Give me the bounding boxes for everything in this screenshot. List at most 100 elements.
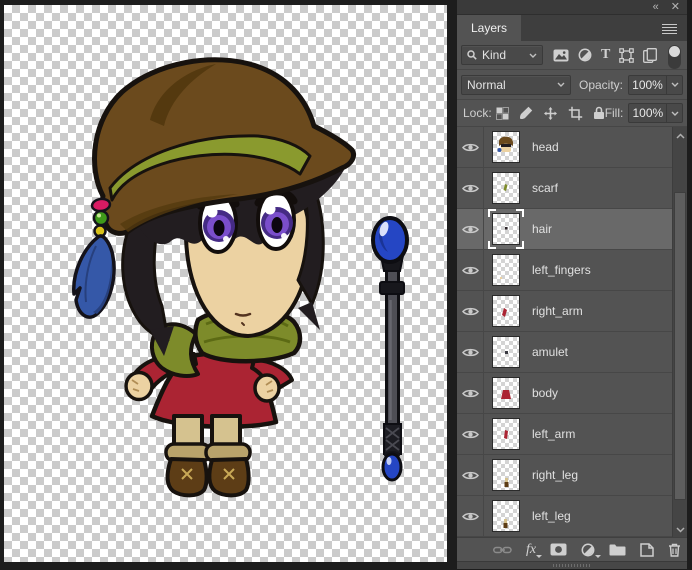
layer-thumbnail[interactable]: [492, 295, 520, 327]
layer-row-head[interactable]: head: [457, 127, 672, 168]
search-icon: [467, 50, 477, 60]
layer-row-right-leg[interactable]: right_leg: [457, 455, 672, 496]
lock-bar: Lock: Fill: 100%: [457, 100, 687, 127]
layer-thumbnail[interactable]: [492, 254, 520, 286]
link-icon: [493, 546, 512, 553]
eye-icon: [461, 266, 479, 274]
eye-icon: [461, 389, 479, 397]
eye-icon: [461, 471, 479, 479]
eye-icon: [461, 184, 479, 192]
fx-icon: fx: [526, 541, 537, 557]
scrollbar-thumb[interactable]: [674, 192, 686, 500]
collapse-panel-icon[interactable]: «: [653, 2, 659, 13]
lock-pixels-brush-icon[interactable]: [519, 106, 533, 120]
layer-name: head: [532, 140, 559, 154]
layer-row-hair[interactable]: hair: [457, 209, 672, 250]
layer-row-left-arm[interactable]: left_arm: [457, 414, 672, 455]
layer-row-left-leg[interactable]: left_leg: [457, 496, 672, 537]
lock-label: Lock:: [463, 106, 492, 120]
layer-name: left_fingers: [532, 263, 591, 277]
smart-object-filter-icon[interactable]: [643, 47, 658, 63]
layer-row-amulet[interactable]: amulet: [457, 332, 672, 373]
layer-thumbnail[interactable]: [492, 500, 520, 532]
visibility-toggle[interactable]: [457, 127, 484, 167]
adjustment-layer-filter-icon[interactable]: [578, 48, 592, 62]
tab-layers-label: Layers: [470, 21, 508, 35]
new-layer-button[interactable]: [640, 542, 654, 557]
layer-row-left-fingers[interactable]: left_fingers: [457, 250, 672, 291]
opacity-value: 100%: [632, 77, 663, 92]
resize-grip-icon: [553, 564, 591, 567]
chevron-down-icon: [671, 82, 678, 87]
opacity-value-field[interactable]: 100%: [628, 74, 667, 95]
visibility-toggle[interactable]: [457, 291, 484, 331]
visibility-toggle[interactable]: [457, 373, 484, 413]
new-group-button[interactable]: [609, 543, 626, 556]
document-canvas[interactable]: [4, 5, 447, 562]
trash-icon: [669, 543, 681, 557]
lock-all-icon[interactable]: [593, 106, 605, 120]
visibility-toggle[interactable]: [457, 250, 484, 290]
add-adjustment-layer-button[interactable]: [581, 543, 602, 558]
eye-icon: [461, 430, 479, 438]
layer-thumbnail[interactable]: [492, 377, 520, 409]
filter-icon-group: T: [553, 43, 682, 69]
adjustment-icon: [581, 543, 595, 556]
visibility-toggle[interactable]: [457, 209, 484, 249]
filter-bar: Kind T: [457, 41, 687, 70]
close-panel-icon[interactable]: ✕: [671, 2, 680, 13]
add-layer-mask-button[interactable]: [550, 543, 567, 556]
layer-style-button[interactable]: fx: [526, 541, 543, 558]
layer-name: body: [532, 386, 559, 400]
lock-position-icon[interactable]: [543, 106, 558, 121]
panel-chrome: « ✕: [457, 0, 687, 15]
layer-list-scrollbar[interactable]: [672, 127, 687, 537]
kind-filter-dropdown[interactable]: Kind: [461, 45, 543, 65]
fill-value: 100%: [632, 106, 664, 120]
layers-panel: « ✕ Layers Kind T Normal Opacity: 100% L…: [457, 0, 687, 569]
layer-name: left_arm: [532, 427, 576, 441]
scroll-up-icon[interactable]: [676, 133, 685, 139]
fill-value-field[interactable]: 100%: [628, 103, 668, 123]
lock-transparency-icon[interactable]: [495, 106, 509, 120]
staff-artwork: [371, 216, 409, 482]
hat-charm-artwork: [72, 197, 116, 319]
character-artwork: [124, 307, 303, 498]
visibility-toggle[interactable]: [457, 455, 484, 495]
layer-name: hair: [532, 222, 553, 236]
visibility-toggle[interactable]: [457, 414, 484, 454]
layer-thumbnail[interactable]: [492, 172, 520, 204]
filtering-toggle-switch[interactable]: [668, 45, 682, 69]
layer-row-scarf[interactable]: scarf: [457, 168, 672, 209]
pixel-layer-filter-icon[interactable]: [553, 49, 569, 62]
lock-artboard-icon[interactable]: [568, 106, 583, 121]
blend-mode-dropdown[interactable]: Normal: [461, 74, 571, 95]
eye-icon: [461, 512, 479, 520]
scroll-down-icon[interactable]: [676, 527, 685, 533]
delete-layer-button[interactable]: [668, 543, 681, 557]
kind-filter-label: Kind: [482, 48, 507, 62]
layer-thumbnail[interactable]: [492, 213, 520, 245]
layer-thumbnail[interactable]: [492, 336, 520, 368]
layer-name: right_leg: [532, 468, 579, 482]
panel-menu-icon[interactable]: [662, 24, 677, 34]
layer-row-right-arm[interactable]: right_arm: [457, 291, 672, 332]
shape-layer-filter-icon[interactable]: [619, 47, 635, 63]
lock-icon-group: [495, 106, 605, 121]
visibility-toggle[interactable]: [457, 332, 484, 372]
panel-resize-strip[interactable]: [457, 561, 687, 569]
opacity-slider-button[interactable]: [667, 74, 683, 95]
layer-row-body[interactable]: body: [457, 373, 672, 414]
chevron-down-icon: [557, 82, 565, 87]
layer-thumbnail[interactable]: [492, 459, 520, 491]
eye-icon: [461, 143, 479, 151]
fill-label: Fill:: [604, 106, 624, 120]
tab-layers[interactable]: Layers: [457, 15, 521, 41]
layer-thumbnail[interactable]: [492, 131, 520, 163]
visibility-toggle[interactable]: [457, 168, 484, 208]
link-layers-button[interactable]: [493, 545, 512, 555]
visibility-toggle[interactable]: [457, 496, 484, 536]
type-layer-filter-icon[interactable]: T: [601, 48, 610, 62]
fill-slider-button[interactable]: [667, 103, 684, 123]
layer-thumbnail[interactable]: [492, 418, 520, 450]
